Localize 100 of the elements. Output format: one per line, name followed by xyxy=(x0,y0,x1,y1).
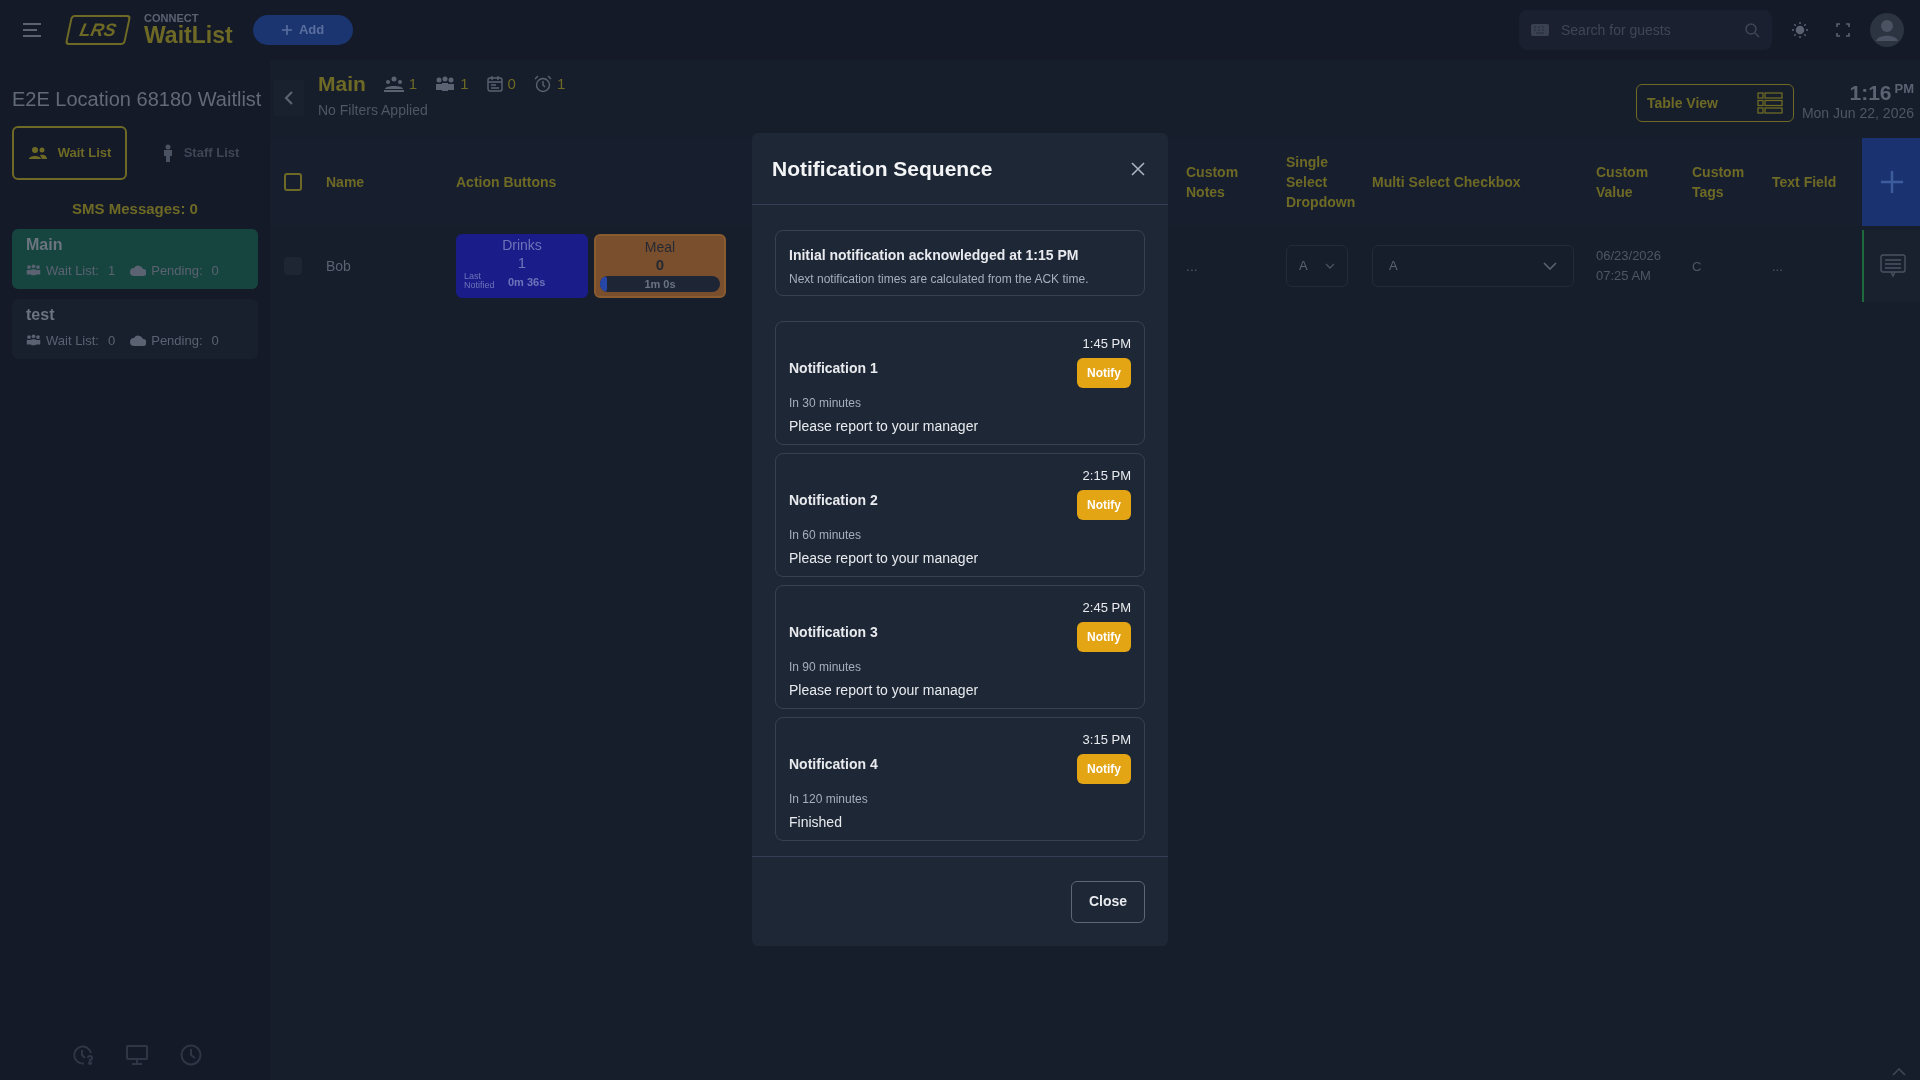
drinks-button[interactable]: Drinks 1 Last Notified 0m 36s xyxy=(456,234,588,298)
notification-message: Please report to your manager xyxy=(789,548,980,568)
clock-question-button[interactable] xyxy=(72,1044,94,1066)
stat-count: 1 xyxy=(556,73,566,94)
people-icon xyxy=(383,75,404,92)
close-icon xyxy=(1130,160,1146,177)
notification-title: Notification 4 xyxy=(789,755,878,774)
due-text: In 30 minutes xyxy=(789,394,863,412)
info-text: Next notification times are calculated from the ACK time. xyxy=(789,271,1090,288)
multi-select-dropdown[interactable]: A xyxy=(1372,245,1574,287)
filter-status: No Filters Applied xyxy=(318,100,429,120)
monitor-icon xyxy=(126,1045,148,1065)
pending-label: Pending: xyxy=(151,331,203,350)
notification-title: Notification 1 xyxy=(789,359,878,378)
clock-period: PM xyxy=(1894,82,1914,95)
dialog-title: Notification Sequence xyxy=(772,155,993,182)
stat-count: 0 xyxy=(507,73,516,94)
stat-count: 1 xyxy=(460,73,469,94)
cloud-icon xyxy=(130,334,147,346)
guest-name: Bob xyxy=(326,258,351,274)
cloud-icon xyxy=(130,264,147,276)
logo: LRS xyxy=(64,15,132,45)
column-header: Multi Select Checkbox xyxy=(1372,173,1522,192)
alarm-clock-icon xyxy=(533,74,552,93)
notification-time: 2:15 PM xyxy=(1082,467,1131,485)
list-icon xyxy=(1756,92,1783,114)
keyboard-icon xyxy=(1531,24,1549,36)
info-title: Initial notification acknowledged at 1:15 PM xyxy=(789,246,1080,265)
notify-button[interactable]: Notify xyxy=(1077,621,1131,652)
list-name: test xyxy=(26,304,56,325)
column-header: Custom Notes xyxy=(1186,163,1240,202)
plus-icon xyxy=(280,24,293,36)
message-icon xyxy=(1880,254,1906,278)
chevron-up-icon xyxy=(1892,1068,1906,1076)
column-header: Name xyxy=(326,173,366,192)
notification-time: 3:15 PM xyxy=(1082,731,1131,749)
close-button[interactable]: Close xyxy=(1070,880,1145,923)
due-text: In 60 minutes xyxy=(789,526,863,544)
scroll-top-button[interactable] xyxy=(1890,1066,1908,1078)
chevron-down-icon xyxy=(1543,262,1557,270)
profile-button[interactable] xyxy=(1870,13,1904,47)
date-time-value: 06/23/2026 07:25 AM xyxy=(1596,247,1663,285)
wait-label: Wait List: xyxy=(46,331,99,350)
group-icon xyxy=(26,334,41,347)
group-icon xyxy=(26,264,41,277)
chevron-down-icon xyxy=(1325,263,1335,269)
pending-label: Pending: xyxy=(151,261,203,280)
calendar-icon xyxy=(486,75,503,92)
fullscreen-button[interactable] xyxy=(1834,21,1852,39)
clock-time: 1:16 xyxy=(1849,82,1892,103)
notify-button[interactable]: Notify xyxy=(1077,753,1131,784)
meal-button[interactable]: Meal 0 1m 0s xyxy=(594,234,726,298)
text-field-value: ... xyxy=(1772,259,1783,274)
wait-count: 1 xyxy=(108,261,116,280)
notification-title: Notification 2 xyxy=(789,491,878,510)
theme-button[interactable] xyxy=(1790,20,1810,40)
list-name: Main xyxy=(26,234,64,255)
add-column-button[interactable] xyxy=(1862,138,1920,226)
pending-count: 0 xyxy=(211,331,219,350)
add-button[interactable]: Add xyxy=(252,15,353,45)
pending-count: 0 xyxy=(211,261,219,280)
list-card[interactable]: test Wait List: 0 Pending: 0 xyxy=(12,298,258,359)
group-icon xyxy=(435,75,456,92)
wait-label: Wait List: xyxy=(46,261,99,280)
select-all-checkbox[interactable] xyxy=(284,173,302,191)
column-header: Action Buttons xyxy=(456,173,558,192)
notification-message: Please report to your manager xyxy=(789,416,980,436)
clock-button[interactable] xyxy=(180,1044,202,1066)
plus-icon xyxy=(1880,170,1904,194)
stat-count: 1 xyxy=(408,73,418,94)
notes-button[interactable] xyxy=(1862,230,1920,302)
notification-message: Please report to your manager xyxy=(789,680,980,700)
notify-button[interactable]: Notify xyxy=(1077,489,1131,520)
menu-icon xyxy=(22,22,42,38)
sun-icon xyxy=(1792,22,1808,38)
column-header: Single Select Dropdown xyxy=(1286,153,1357,212)
notification-message: Finished xyxy=(789,812,843,832)
chevron-left-icon xyxy=(284,91,294,105)
person-icon xyxy=(161,144,174,162)
tag-text: C xyxy=(1692,259,1702,274)
brand-title: WaitList xyxy=(144,24,233,47)
column-header: Text Field xyxy=(1772,173,1838,192)
notify-button[interactable]: Notify xyxy=(1077,357,1131,388)
monitor-button[interactable] xyxy=(126,1044,148,1066)
search-icon xyxy=(1744,22,1760,38)
table-view-button[interactable]: Table View xyxy=(1635,84,1794,122)
list-card[interactable]: Main Wait List: 1 Pending: 0 xyxy=(12,228,258,289)
notification-title: Notification 3 xyxy=(789,623,878,642)
clock-question-icon xyxy=(72,1044,94,1066)
single-select-dropdown[interactable]: A xyxy=(1286,245,1348,287)
avatar-icon xyxy=(1870,13,1904,47)
due-text: In 120 minutes xyxy=(789,790,869,808)
brand-subtitle: CONNECT xyxy=(144,13,200,24)
people-icon xyxy=(27,146,48,160)
current-date: Mon Jun 22, 2026 xyxy=(1801,106,1914,120)
sms-count: SMS Messages: 0 xyxy=(71,199,199,219)
due-text: In 90 minutes xyxy=(789,658,863,676)
tab[interactable]: Wait List xyxy=(12,126,127,180)
column-header: Custom Value xyxy=(1596,163,1650,202)
notification-time: 1:45 PM xyxy=(1082,335,1131,353)
